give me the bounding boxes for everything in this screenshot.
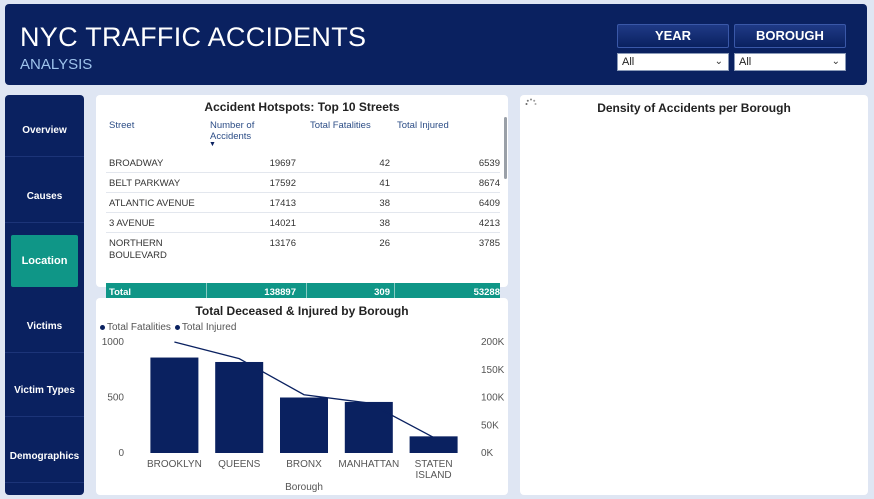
total-accidents: 138897: [264, 287, 296, 298]
table-header: Street Number of Accidents ▼ Total Fatal…: [106, 117, 500, 157]
cell-street: BELT PARKWAY: [109, 178, 181, 189]
right-axis-tick: 100K: [481, 393, 505, 404]
right-axis-tick: 150K: [481, 365, 505, 376]
column-header-injured[interactable]: Total Injured: [397, 120, 449, 131]
table-row[interactable]: 3 AVENUE 14021 38 4213: [106, 213, 500, 233]
nav-item-overview[interactable]: Overview: [5, 105, 84, 157]
cell-accidents: 17592: [269, 178, 296, 189]
borough-filter: BOROUGH All ⌄: [734, 24, 846, 71]
cell-accidents: 13176: [269, 238, 296, 249]
density-title: Density of Accidents per Borough: [597, 101, 791, 115]
table-row[interactable]: BROADWAY 19697 42 6539: [106, 153, 500, 173]
sidebar-nav: Overview Causes Location Victims Victim …: [5, 95, 84, 495]
x-axis-label: Borough: [285, 482, 323, 493]
right-axis-tick: 200K: [481, 337, 505, 348]
sort-desc-icon: ▼: [209, 141, 216, 148]
hotspots-title: Accident Hotspots: Top 10 Streets: [204, 100, 400, 114]
cell-street: 3 AVENUE: [109, 218, 155, 229]
left-axis-tick: 1000: [102, 337, 125, 348]
cell-injured: 6539: [478, 158, 500, 169]
borough-filter-select[interactable]: All ⌄: [734, 53, 846, 71]
bar-brooklyn: [150, 357, 199, 453]
x-tick-label: STATEN: [415, 459, 453, 470]
cell-accidents: 17413: [269, 198, 296, 209]
page-title: NYC TRAFFIC ACCIDENTS: [20, 22, 367, 52]
cell-accidents: 14021: [269, 218, 296, 229]
cell-injured: 6409: [478, 198, 500, 209]
borough-combo-chart: 1000 500 0 200K 150K 100K 50K 0K BROOKLYN QUEENS B…: [102, 337, 505, 493]
nav-item-location[interactable]: Location: [11, 235, 78, 287]
cell-accidents: 19697: [269, 158, 296, 169]
bar-manhattan: [344, 401, 393, 453]
nav-item-victim-types[interactable]: Victim Types: [5, 365, 84, 417]
left-axis-tick: 0: [118, 448, 124, 459]
borough-chart-card: Total Deceased & Injured by Borough Tota…: [96, 298, 508, 495]
cell-fatalities: 26: [379, 238, 390, 249]
year-filter-select[interactable]: All ⌄: [617, 53, 729, 71]
cell-fatalities: 42: [379, 158, 390, 169]
cell-injured: 4213: [478, 218, 500, 229]
nav-item-demographics[interactable]: Demographics: [5, 431, 84, 483]
x-tick-label: MANHATTAN: [338, 459, 399, 470]
table-row[interactable]: ATLANTIC AVENUE 17413 38 6409: [106, 193, 500, 213]
cell-street: ATLANTIC AVENUE: [109, 198, 195, 209]
right-axis-tick: 0K: [481, 448, 494, 459]
right-axis-tick: 50K: [481, 420, 499, 431]
table-row[interactable]: BELT PARKWAY 17592 41 8674: [106, 173, 500, 193]
x-tick-label: BROOKLYN: [147, 459, 202, 470]
bar-bronx: [280, 397, 328, 453]
nav-item-victims[interactable]: Victims: [5, 301, 84, 353]
x-tick-label: BRONX: [286, 459, 322, 470]
column-header-accidents[interactable]: Number of Accidents: [210, 120, 280, 142]
cell-fatalities: 38: [379, 198, 390, 209]
cell-street: NORTHERN BOULEVARD: [109, 238, 167, 261]
cell-injured: 8674: [478, 178, 500, 189]
bar-staten-island: [409, 436, 458, 453]
chevron-down-icon: ⌄: [831, 56, 840, 67]
column-header-fatalities[interactable]: Total Fatalities: [310, 120, 371, 131]
year-filter-value: All: [622, 56, 635, 68]
density-card: Density of Accidents per Borough: [520, 95, 868, 495]
table-row[interactable]: NORTHERN BOULEVARD 13176 26 3785: [106, 233, 500, 261]
cell-street: BROADWAY: [109, 158, 164, 169]
chevron-down-icon: ⌄: [714, 56, 723, 67]
page-subtitle: ANALYSIS: [20, 56, 93, 73]
x-tick-label: ISLAND: [416, 470, 452, 481]
nav-item-causes[interactable]: Causes: [5, 171, 84, 223]
bar-queens: [215, 361, 264, 453]
left-axis-tick: 500: [107, 393, 124, 404]
total-label: Total: [109, 287, 131, 298]
cell-injured: 3785: [478, 238, 500, 249]
borough-filter-value: All: [739, 56, 752, 68]
year-filter: YEAR All ⌄: [617, 24, 729, 71]
borough-filter-button[interactable]: BOROUGH: [734, 24, 846, 48]
total-injured: 53288: [473, 287, 500, 298]
vertical-scrollbar[interactable]: [504, 117, 507, 179]
cell-fatalities: 41: [379, 178, 390, 189]
column-header-street[interactable]: Street: [109, 120, 134, 131]
x-tick-label: QUEENS: [218, 459, 261, 470]
cell-fatalities: 38: [379, 218, 390, 229]
total-fatalities: 309: [374, 287, 390, 298]
hotspots-card: Accident Hotspots: Top 10 Streets Street…: [96, 95, 508, 306]
header-banner: NYC TRAFFIC ACCIDENTS ANALYSIS YEAR All …: [5, 4, 867, 85]
year-filter-button[interactable]: YEAR: [617, 24, 729, 48]
